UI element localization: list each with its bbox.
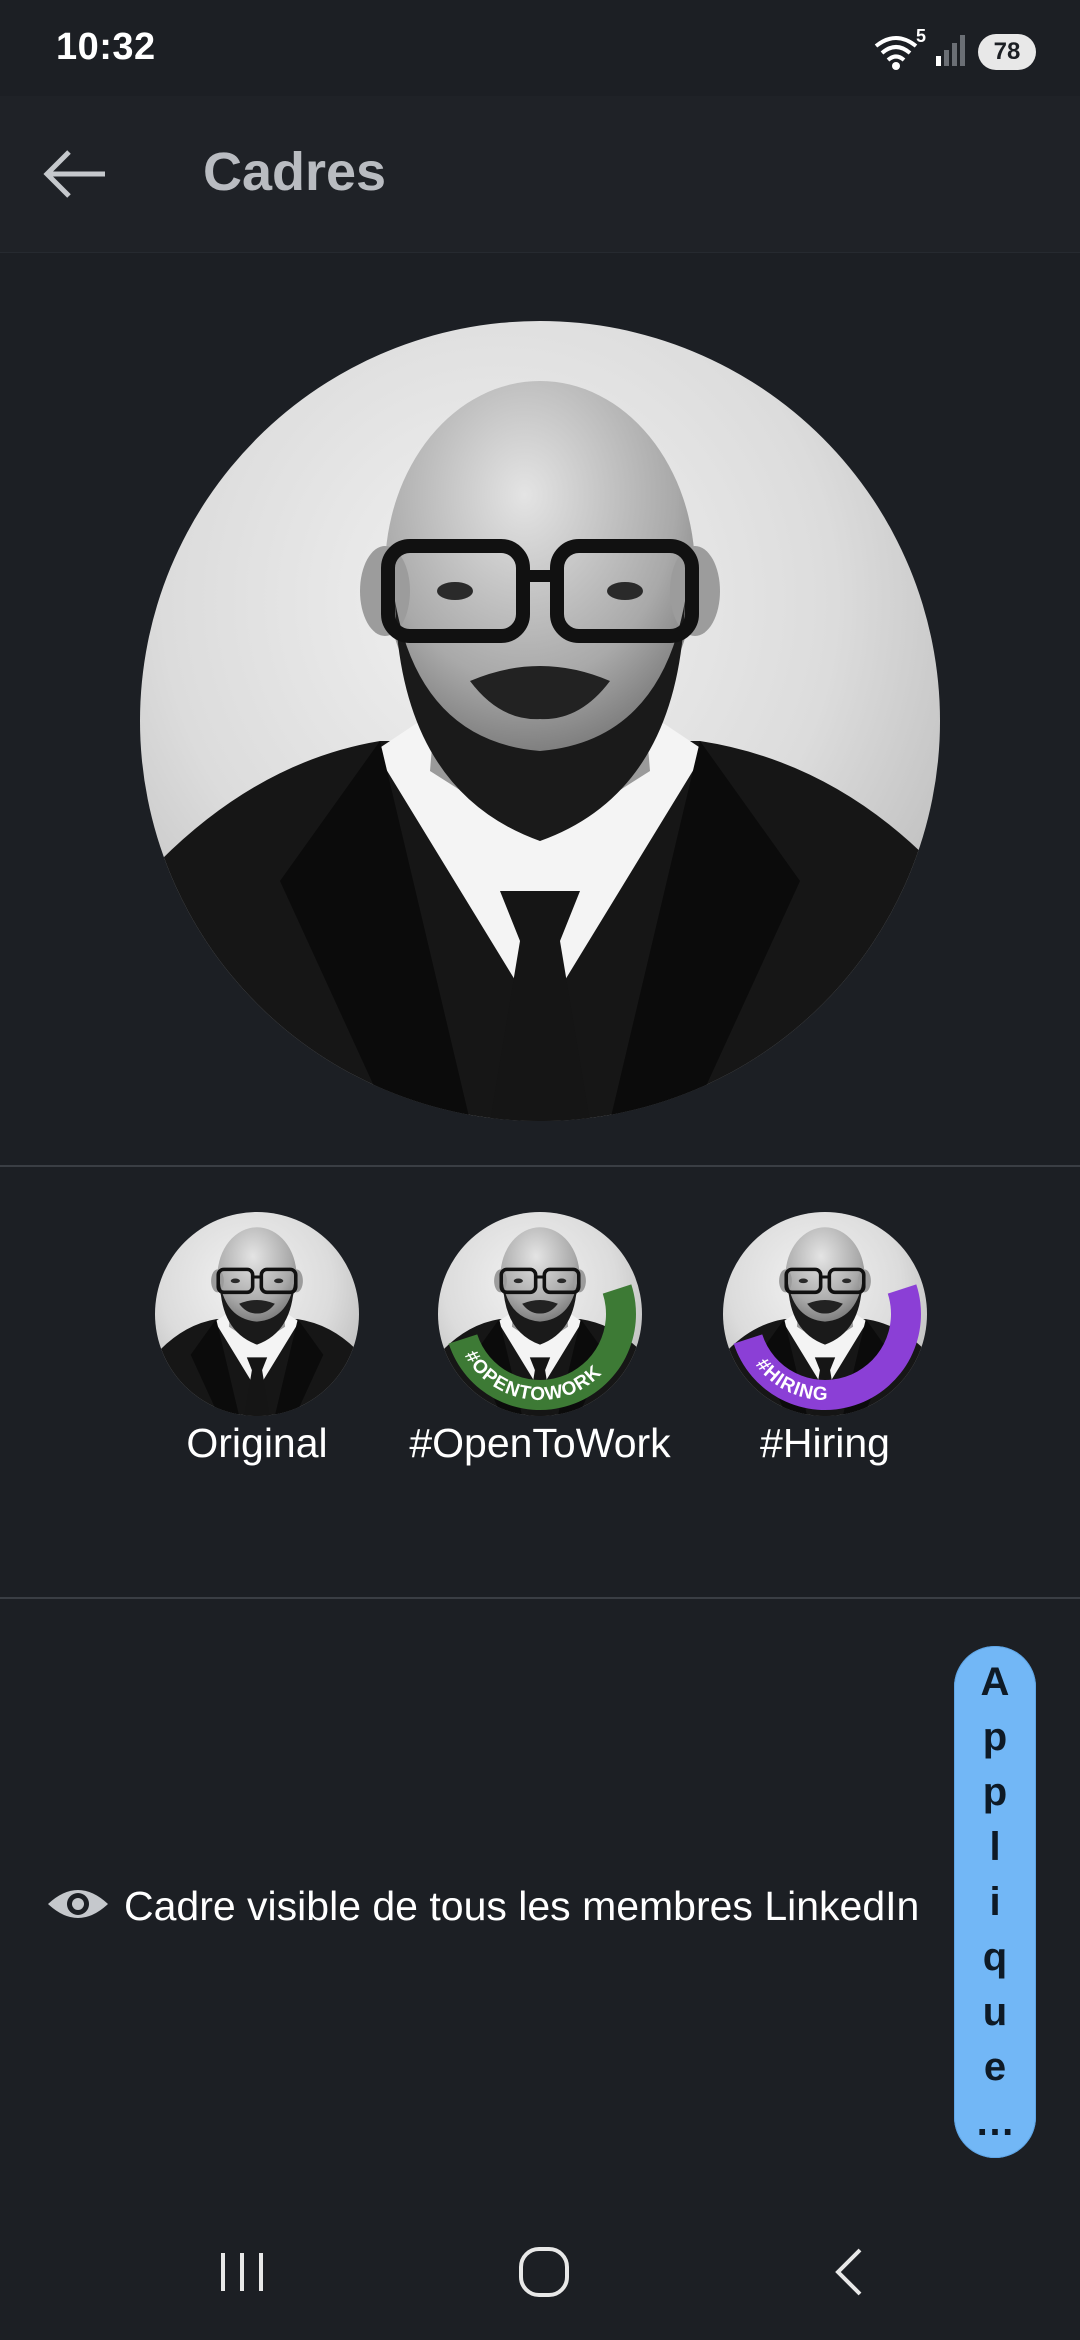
signal-icon	[934, 32, 968, 73]
screen: 10:32 5 78 Cadres Original #OPENTOWORK #…	[0, 0, 1080, 2340]
frame-option-original[interactable]: Original	[112, 1212, 402, 1472]
system-nav-bar	[0, 2206, 1080, 2340]
visibility-text: Cadre visible de tous les membres Linked…	[124, 1882, 920, 1929]
apply-letter: p	[982, 1714, 1008, 1759]
recents-button[interactable]	[202, 2234, 282, 2314]
frame-options: Original #OPENTOWORK #OpenToWork #HIRING…	[0, 1168, 1080, 1598]
frame-preview	[0, 253, 1080, 1165]
back-button[interactable]	[34, 134, 118, 218]
recents-icon	[217, 2249, 267, 2300]
app-bar: Cadres	[0, 96, 1080, 253]
frame-label: #OpenToWork	[409, 1420, 671, 1466]
frame-thumb-hiring: #HIRING	[723, 1212, 927, 1416]
home-button[interactable]	[504, 2234, 584, 2314]
home-icon	[517, 2245, 571, 2304]
apply-letter: p	[982, 1769, 1008, 1814]
frame-label: Original	[186, 1420, 328, 1466]
status-time: 10:32	[56, 26, 156, 68]
apply-letter: l	[989, 1824, 1001, 1869]
apply-letter: i	[989, 1879, 1001, 1924]
apply-button[interactable]: A p p l i q u e …	[954, 1646, 1036, 2158]
page-title: Cadres	[203, 142, 387, 202]
frame-option-opentowork[interactable]: #OPENTOWORK #OpenToWork	[395, 1212, 685, 1472]
eye-icon	[46, 1884, 110, 1929]
wifi-icon: 5	[874, 26, 926, 72]
frame-option-hiring[interactable]: #HIRING #Hiring	[680, 1212, 970, 1472]
divider	[0, 1597, 1080, 1599]
status-bar: 10:32 5 78	[0, 0, 1080, 96]
frame-label: #Hiring	[760, 1420, 890, 1466]
profile-photo-preview	[140, 321, 940, 1121]
arrow-left-icon	[43, 149, 109, 204]
apply-letter: e	[983, 2044, 1007, 2089]
battery-indicator: 78	[978, 34, 1036, 70]
apply-letter: u	[982, 1989, 1008, 2034]
apply-letter: q	[982, 1934, 1008, 1979]
nav-back-button[interactable]	[808, 2234, 888, 2314]
visibility-info: Cadre visible de tous les membres Linked…	[46, 1876, 919, 1936]
frame-thumb-original	[155, 1212, 359, 1416]
wifi-badge: 5	[915, 26, 926, 46]
apply-letter: A	[980, 1659, 1010, 1704]
back-chevron-icon	[828, 2245, 868, 2304]
frame-thumb-opentowork: #OPENTOWORK	[438, 1212, 642, 1416]
apply-letter: …	[975, 2099, 1015, 2144]
divider	[0, 1165, 1080, 1167]
status-icons: 5 78	[874, 26, 1036, 76]
